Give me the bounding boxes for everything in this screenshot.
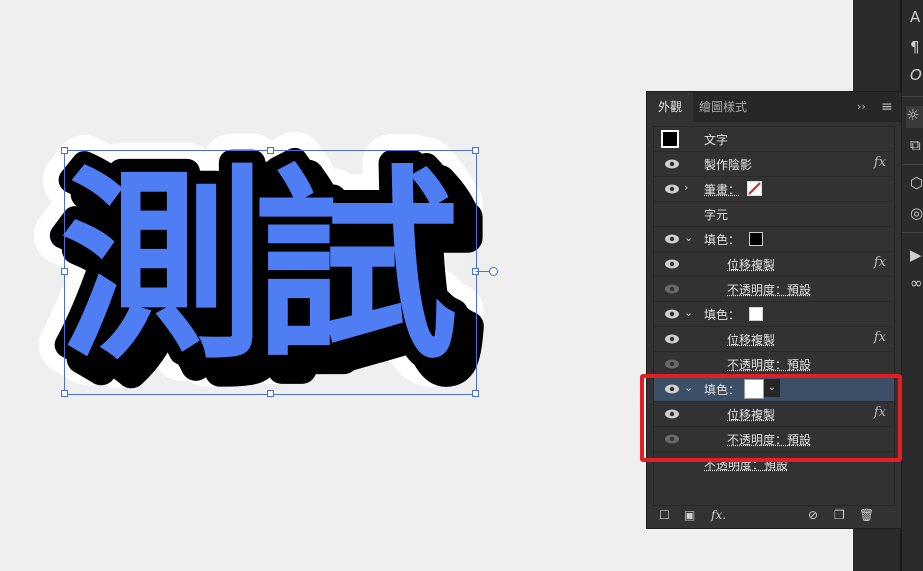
eye-icon-dim[interactable] [664, 282, 680, 296]
new-stroke-icon[interactable]: ☐ [659, 508, 670, 522]
chevron-right-icon[interactable]: › [684, 181, 688, 194]
eye-icon[interactable] [664, 157, 680, 171]
fill-swatch-black[interactable] [749, 232, 763, 246]
tool-separator [900, 232, 923, 233]
fx-icon[interactable]: fx. [711, 508, 726, 522]
appearance-row-offset-3[interactable]: 位移複製 fx [654, 402, 894, 427]
row-label: 筆畫： [704, 183, 741, 197]
fill-swatch-white-selected[interactable] [744, 379, 764, 399]
fx-icon[interactable]: fx [874, 330, 886, 345]
appearance-row-offset-2[interactable]: 位移複製 fx [654, 327, 894, 352]
eye-icon[interactable] [664, 407, 680, 421]
appearance-row-fill-3[interactable]: ⌄ 填色： ⌄ [654, 377, 894, 402]
row-label: 位移複製 [727, 408, 776, 422]
swatch-dropdown-button[interactable]: ⌄ [764, 379, 780, 397]
appearance-row-opacity-3[interactable]: 不透明度：預設 [654, 427, 894, 452]
transform-icon[interactable]: ⧉ [910, 136, 921, 154]
appearance-panel: 外觀 繪圖樣式 ›› ≡ 文字 製作陰影 fx › 筆畫： 字元 ⌄ 填色： 位… [646, 91, 902, 529]
handle-top-mid[interactable] [267, 147, 274, 154]
fx-icon[interactable]: fx [874, 255, 886, 270]
tool-separator [900, 164, 923, 165]
panel-bottom-toolbar: ☐ ▣ fx. ⊘ ❐ 🗑 [647, 504, 901, 528]
row-label: 不透明度：預設 [727, 433, 812, 447]
row-label: 字元 [704, 208, 729, 222]
selection-bounding-box[interactable] [64, 150, 477, 395]
handle-mid-left[interactable] [61, 268, 68, 275]
row-label: 填色： [704, 308, 741, 322]
handle-top-right[interactable] [472, 147, 479, 154]
fill-swatch-white[interactable] [749, 307, 763, 321]
handle-bottom-mid[interactable] [267, 390, 274, 397]
appearance-row-opacity-object[interactable]: 不透明度：預設 [654, 452, 894, 476]
chevron-down-icon[interactable]: ⌄ [684, 231, 693, 244]
tab-appearance[interactable]: 外觀 [647, 92, 693, 122]
new-fill-icon[interactable]: ▣ [684, 508, 695, 522]
eye-icon[interactable] [664, 307, 680, 321]
tool-separator [900, 96, 923, 97]
text-thread-port[interactable] [489, 267, 498, 276]
chevron-down-icon[interactable]: ⌄ [684, 306, 693, 319]
fx-icon[interactable]: fx [874, 155, 886, 170]
appearance-row-offset-1[interactable]: 位移複製 fx [654, 252, 894, 277]
link-icon[interactable]: ◎ [910, 204, 923, 222]
panel-tab-bar: 外觀 繪圖樣式 ›› ≡ [647, 92, 901, 122]
appearance-row-opacity-2[interactable]: 不透明度：預設 [654, 352, 894, 377]
eye-icon[interactable] [664, 232, 680, 246]
chevron-down-icon[interactable]: ⌄ [684, 381, 693, 394]
handle-bottom-left[interactable] [61, 390, 68, 397]
paragraph-icon[interactable]: ¶ [910, 38, 920, 56]
appearance-row-drop-shadow[interactable]: 製作陰影 fx [654, 152, 894, 177]
eye-icon[interactable] [664, 257, 680, 271]
row-label: 製作陰影 [704, 158, 753, 172]
eye-icon[interactable] [664, 182, 680, 196]
type-icon[interactable]: A [910, 8, 920, 26]
duplicate-icon[interactable]: ❐ [834, 508, 845, 522]
row-label: 位移複製 [727, 258, 776, 272]
sun-icon[interactable]: ☼ [906, 106, 923, 128]
panel-menu-button[interactable]: ≡ [881, 92, 893, 122]
fx-icon[interactable]: fx [874, 405, 886, 420]
row-label: 位移複製 [727, 333, 776, 347]
chain-icon[interactable]: ∞ [910, 274, 923, 292]
row-label: 不透明度：預設 [704, 458, 789, 472]
appearance-row-object[interactable]: 文字 [654, 127, 894, 152]
row-label: 填色： [704, 233, 741, 247]
handle-top-left[interactable] [61, 147, 68, 154]
row-label: 文字 [704, 133, 729, 147]
handle-bottom-right[interactable] [472, 390, 479, 397]
row-label: 填色： [704, 383, 741, 397]
eye-icon-dim[interactable] [664, 357, 680, 371]
3d-icon[interactable]: ⬡ [910, 174, 923, 192]
appearance-row-stroke[interactable]: › 筆畫： [654, 177, 894, 202]
clear-icon[interactable]: ⊘ [808, 508, 818, 522]
appearance-row-characters[interactable]: 字元 [654, 202, 894, 227]
appearance-row-fill-2[interactable]: ⌄ 填色： [654, 302, 894, 327]
row-label: 不透明度：預設 [727, 283, 812, 297]
text-object-thumbnail [661, 130, 679, 148]
tab-graphic-styles[interactable]: 繪圖樣式 [699, 92, 747, 122]
row-label: 不透明度：預設 [727, 358, 812, 372]
appearance-row-opacity-1[interactable]: 不透明度：預設 [654, 277, 894, 302]
panel-collapse-button[interactable]: ›› [857, 92, 866, 122]
eye-icon[interactable] [664, 332, 680, 346]
eye-icon-dim[interactable] [664, 432, 680, 446]
appearance-list: 文字 製作陰影 fx › 筆畫： 字元 ⌄ 填色： 位移複製 fx 不透明度：預… [653, 126, 895, 506]
trash-icon[interactable]: 🗑 [859, 508, 874, 522]
appearance-row-fill-1[interactable]: ⌄ 填色： [654, 227, 894, 252]
no-stroke-swatch[interactable] [747, 181, 762, 196]
eye-icon[interactable] [664, 382, 680, 396]
play-icon[interactable]: ▶ [910, 246, 922, 264]
glyph-icon[interactable]: O [910, 66, 922, 84]
